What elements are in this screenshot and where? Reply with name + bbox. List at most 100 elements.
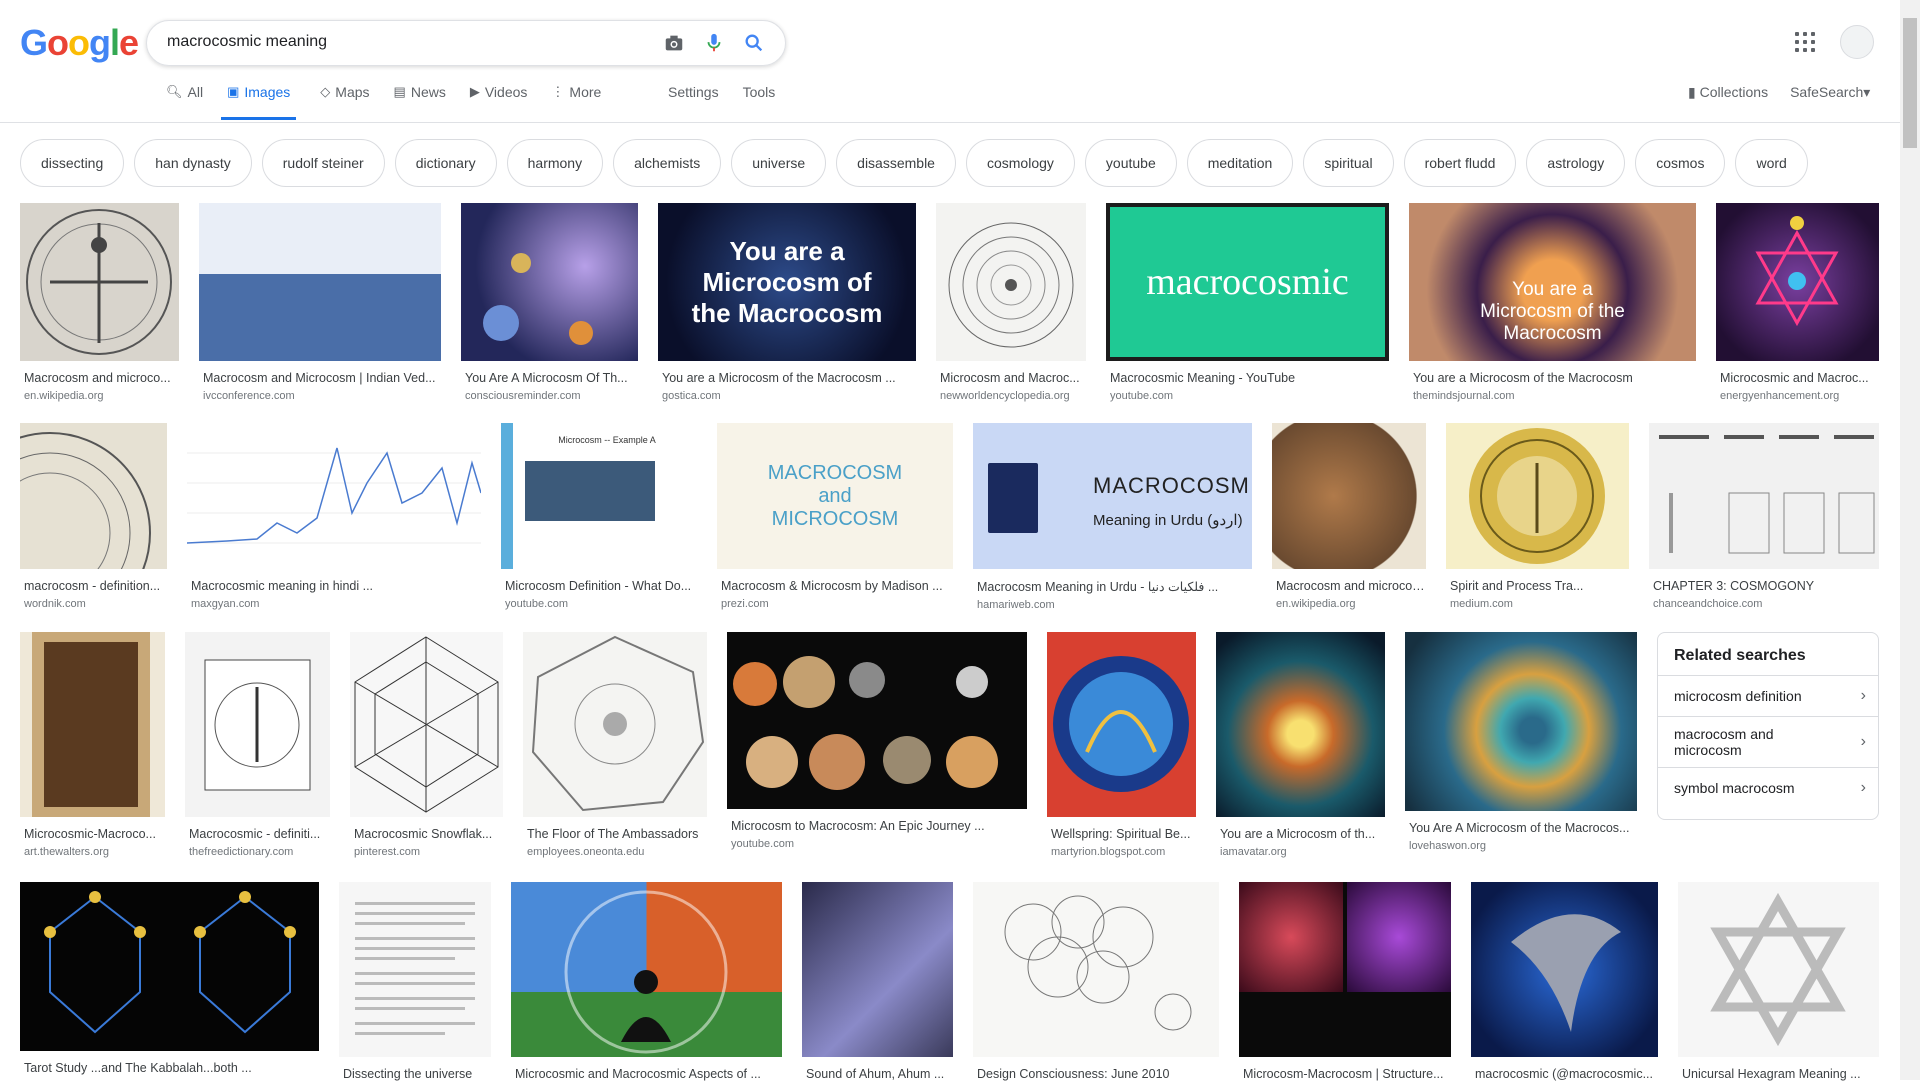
chip[interactable]: astrology bbox=[1526, 139, 1626, 187]
result-thumbnail[interactable] bbox=[936, 203, 1086, 361]
image-result[interactable]: You are a Microcosm of th... iamavatar.o… bbox=[1216, 632, 1385, 858]
image-result[interactable]: Microcosmic-Macroco... art.thewalters.or… bbox=[20, 632, 165, 858]
tab-more[interactable]: ⋮ More bbox=[551, 84, 601, 120]
result-thumbnail[interactable] bbox=[20, 203, 179, 361]
apps-grid-icon[interactable] bbox=[1795, 32, 1815, 52]
result-title[interactable]: You Are A Microcosm Of Th... bbox=[461, 371, 638, 385]
chip[interactable]: universe bbox=[731, 139, 827, 187]
chip[interactable]: harmony bbox=[506, 139, 604, 187]
scrollbar[interactable] bbox=[1900, 0, 1920, 1080]
result-title[interactable]: You are a Microcosm of the Macrocosm bbox=[1409, 371, 1696, 385]
image-result[interactable]: macrocosmic Macrocosmic Meaning - YouTub… bbox=[1106, 203, 1389, 402]
image-result[interactable]: Macrocosm and microco... en.wikipedia.or… bbox=[20, 203, 179, 402]
result-thumbnail[interactable] bbox=[187, 423, 481, 569]
tools-link[interactable]: Tools bbox=[743, 84, 776, 100]
tab-videos[interactable]: ▶ Videos bbox=[470, 84, 528, 120]
result-thumbnail[interactable] bbox=[1239, 882, 1451, 1057]
result-title[interactable]: Microcosmic and Macrocosmic Aspects of .… bbox=[511, 1067, 782, 1081]
image-result[interactable]: macrocosmic (@macrocosmic... bbox=[1471, 882, 1658, 1081]
result-thumbnail[interactable]: You are a Microcosm of the Macrocosm bbox=[1409, 203, 1696, 361]
search-icon[interactable] bbox=[743, 32, 765, 54]
result-title[interactable]: Microcosm Definition - What Do... bbox=[501, 579, 697, 593]
image-result[interactable]: Design Consciousness: June 2010 bbox=[973, 882, 1219, 1081]
image-result[interactable]: Microcosm-Macrocosm | Structure... bbox=[1239, 882, 1451, 1081]
result-title[interactable]: Microcosmic and Macroc... bbox=[1716, 371, 1879, 385]
image-result[interactable]: Unicursal Hexagram Meaning ... bbox=[1678, 882, 1879, 1081]
result-title[interactable]: Sound of Ahum, Ahum ... bbox=[802, 1067, 953, 1081]
tab-news[interactable]: ▤ News bbox=[394, 84, 446, 120]
chip[interactable]: meditation bbox=[1186, 139, 1294, 187]
image-result[interactable]: Macrocosm and Microcosm | Indian Ved... … bbox=[199, 203, 441, 402]
result-thumbnail[interactable] bbox=[350, 632, 503, 817]
result-title[interactable]: Macrocosmic meaning in hindi ... bbox=[187, 579, 481, 593]
image-result[interactable]: Microcosm and Macroc... newworldencyclop… bbox=[936, 203, 1086, 402]
image-result[interactable]: Sound of Ahum, Ahum ... bbox=[802, 882, 953, 1081]
chip[interactable]: cosmology bbox=[965, 139, 1075, 187]
result-title[interactable]: Macrocosm and microco... bbox=[20, 371, 179, 385]
image-result[interactable]: Tarot Study ...and The Kabbalah...both .… bbox=[20, 882, 319, 1075]
result-title[interactable]: Macrocosmic Meaning - YouTube bbox=[1106, 371, 1389, 385]
chip[interactable]: rudolf steiner bbox=[261, 139, 385, 187]
result-thumbnail[interactable]: You are a Microcosm of the Macrocosm bbox=[658, 203, 916, 361]
result-title[interactable]: Unicursal Hexagram Meaning ... bbox=[1678, 1067, 1879, 1081]
result-title[interactable]: You are a Microcosm of th... bbox=[1216, 827, 1385, 841]
result-thumbnail[interactable] bbox=[523, 632, 707, 817]
result-title[interactable]: You are a Microcosm of the Macrocosm ... bbox=[658, 371, 916, 385]
chip[interactable]: alchemists bbox=[613, 139, 722, 187]
chip[interactable]: disassemble bbox=[836, 139, 956, 187]
image-result[interactable]: You are a Microcosm of the Macrocosm You… bbox=[1409, 203, 1696, 402]
image-result[interactable]: Spirit and Process Tra... medium.com bbox=[1446, 423, 1629, 610]
result-title[interactable]: macrocosm - definition... bbox=[20, 579, 167, 593]
result-title[interactable]: You Are A Microcosm of the Macrocos... bbox=[1405, 821, 1637, 835]
result-thumbnail[interactable]: MACROCOSM and MICROCOSM bbox=[717, 423, 953, 569]
chip[interactable]: spiritual bbox=[1303, 139, 1394, 187]
safesearch-dropdown[interactable]: SafeSearch▾ bbox=[1790, 84, 1870, 101]
result-title[interactable]: Spirit and Process Tra... bbox=[1446, 579, 1629, 593]
chip[interactable]: han dynasty bbox=[134, 139, 252, 187]
result-title[interactable]: Macrocosm Meaning in Urdu - فلکیات دنیا … bbox=[973, 579, 1252, 594]
result-thumbnail[interactable] bbox=[1446, 423, 1629, 569]
result-title[interactable]: Tarot Study ...and The Kabbalah...both .… bbox=[20, 1061, 319, 1075]
google-logo[interactable]: Google bbox=[20, 22, 139, 64]
result-thumbnail[interactable] bbox=[20, 632, 165, 817]
result-thumbnail[interactable] bbox=[1405, 632, 1637, 811]
result-title[interactable]: Macrocosmic - definiti... bbox=[185, 827, 330, 841]
result-title[interactable]: Microcosm-Macrocosm | Structure... bbox=[1239, 1067, 1451, 1081]
chip[interactable]: youtube bbox=[1084, 139, 1177, 187]
result-title[interactable]: Microcosm and Macroc... bbox=[936, 371, 1086, 385]
image-result[interactable]: MACROCOSM and MICROCOSM Macrocosm & Micr… bbox=[717, 423, 953, 610]
result-title[interactable]: Dissecting the universe bbox=[339, 1067, 491, 1081]
image-result[interactable]: CHAPTER 3: COSMOGONY chanceandchoice.com bbox=[1649, 423, 1879, 610]
result-thumbnail[interactable] bbox=[727, 632, 1027, 809]
search-input[interactable]: macrocosmic meaning bbox=[167, 33, 327, 51]
result-title[interactable]: The Floor of The Ambassadors bbox=[523, 827, 707, 841]
result-thumbnail[interactable] bbox=[199, 203, 441, 361]
result-thumbnail[interactable] bbox=[185, 632, 330, 817]
result-thumbnail[interactable]: MACROCOSM Meaning in Urdu (اردو) bbox=[973, 423, 1252, 569]
image-result[interactable]: The Floor of The Ambassadors employees.o… bbox=[523, 632, 707, 858]
result-thumbnail[interactable] bbox=[802, 882, 953, 1057]
result-thumbnail[interactable] bbox=[1678, 882, 1879, 1057]
image-result[interactable]: You are a Microcosm of the Macrocosm You… bbox=[658, 203, 916, 402]
image-result[interactable]: MACROCOSM Meaning in Urdu (اردو) Macroco… bbox=[973, 423, 1252, 611]
result-thumbnail[interactable]: macrocosmic bbox=[1106, 203, 1389, 361]
result-title[interactable]: Microcosmic-Macroco... bbox=[20, 827, 165, 841]
result-thumbnail[interactable] bbox=[1216, 632, 1385, 817]
image-result[interactable]: Macrocosmic Snowflak... pinterest.com bbox=[350, 632, 503, 858]
chip[interactable]: robert fludd bbox=[1403, 139, 1517, 187]
result-thumbnail[interactable] bbox=[973, 882, 1219, 1057]
image-result[interactable]: You Are A Microcosm of the Macrocos... l… bbox=[1405, 632, 1637, 852]
image-result[interactable]: macrocosm - definition... wordnik.com bbox=[20, 423, 167, 610]
image-result[interactable]: Microcosmic and Macrocosmic Aspects of .… bbox=[511, 882, 782, 1081]
account-avatar[interactable] bbox=[1840, 25, 1874, 59]
image-result[interactable]: Wellspring: Spiritual Be... martyrion.bl… bbox=[1047, 632, 1196, 858]
result-thumbnail[interactable] bbox=[1272, 423, 1426, 569]
result-title[interactable]: Wellspring: Spiritual Be... bbox=[1047, 827, 1196, 841]
scrollbar-thumb[interactable] bbox=[1903, 18, 1917, 148]
result-title[interactable]: Design Consciousness: June 2010 bbox=[973, 1067, 1219, 1081]
result-thumbnail[interactable] bbox=[461, 203, 638, 361]
result-thumbnail[interactable] bbox=[339, 882, 491, 1057]
search-box[interactable]: macrocosmic meaning bbox=[146, 20, 786, 66]
camera-icon[interactable] bbox=[663, 32, 685, 54]
result-title[interactable]: Macrocosm & Microcosm by Madison ... bbox=[717, 579, 953, 593]
